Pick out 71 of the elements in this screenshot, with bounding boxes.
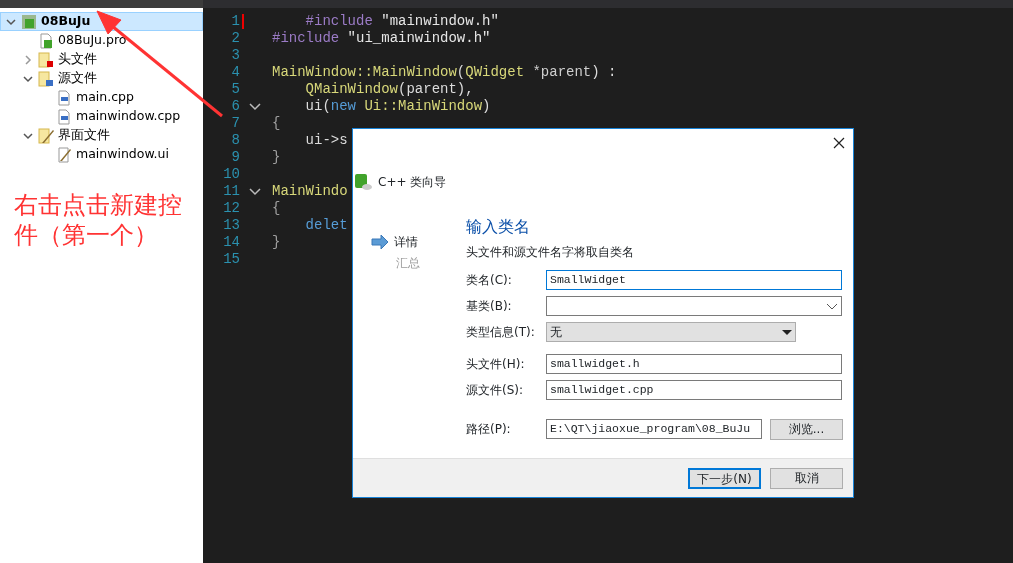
text-field[interactable]: smallwidget.cpp bbox=[546, 380, 842, 400]
tree-item[interactable]: main.cpp bbox=[0, 88, 203, 107]
field-label: 类型信息(T): bbox=[466, 324, 536, 341]
page-heading: 输入类名 bbox=[466, 216, 531, 238]
line-number: 14 bbox=[222, 233, 240, 252]
fold-icon[interactable] bbox=[248, 101, 262, 112]
line-number: 2 bbox=[230, 29, 240, 48]
line-number: 9 bbox=[230, 148, 240, 167]
line-number: 6 bbox=[230, 97, 240, 116]
dropdown-arrow-icon bbox=[782, 329, 792, 335]
dropdown-field[interactable]: 无 bbox=[546, 322, 796, 342]
code-line: } bbox=[272, 233, 281, 252]
tree-item[interactable]: mainwindow.cpp bbox=[0, 107, 203, 126]
path-field[interactable]: E:\QT\jiaoxue_program\08_BuJu bbox=[546, 419, 762, 439]
code-line: { bbox=[272, 114, 281, 133]
tree-item[interactable]: 源文件 bbox=[0, 69, 203, 88]
dialog-button[interactable]: 取消 bbox=[770, 467, 843, 489]
line-number: 3 bbox=[230, 46, 240, 65]
line-number: 10 bbox=[222, 165, 240, 184]
line-number: 15 bbox=[222, 250, 240, 269]
tree-item[interactable]: 头文件 bbox=[0, 50, 203, 69]
cpp-file-icon bbox=[56, 89, 72, 106]
fold-icon[interactable] bbox=[248, 186, 262, 197]
line-number: 12 bbox=[222, 199, 240, 218]
qt-file-icon bbox=[38, 32, 54, 49]
line-number: 1 bbox=[230, 12, 240, 31]
chevron-down-icon bbox=[826, 302, 838, 310]
expand-chevron-icon bbox=[22, 53, 34, 66]
header-folder-icon bbox=[38, 51, 54, 68]
combo-field[interactable] bbox=[546, 296, 842, 316]
cpp-file-icon bbox=[56, 108, 72, 125]
dialog-title: C++ 类向导 bbox=[378, 174, 447, 191]
line-number: 7 bbox=[230, 114, 240, 133]
line-number: 11 bbox=[222, 182, 240, 201]
qt-logo-icon bbox=[355, 174, 372, 190]
field-label: 基类(B): bbox=[466, 298, 513, 315]
form-folder-icon bbox=[38, 127, 54, 144]
page-description: 头文件和源文件名字将取自类名 bbox=[466, 244, 635, 261]
tree-item[interactable]: 08BuJu bbox=[0, 12, 203, 31]
tree-item[interactable]: mainwindow.ui bbox=[0, 145, 203, 164]
wizard-step: 汇总 bbox=[396, 253, 420, 272]
dialog-button[interactable]: 下一步(N) bbox=[688, 467, 761, 489]
code-line: MainWindo bbox=[272, 182, 348, 201]
field-label: 源文件(S): bbox=[466, 382, 525, 399]
annotation-text: 右击点击新建控件（第一个） bbox=[14, 190, 183, 250]
code-line: QMainWindow(parent), bbox=[304, 80, 474, 99]
line-number: 8 bbox=[230, 131, 240, 150]
line-number: 5 bbox=[230, 80, 240, 99]
code-line: MainWindow::MainWindow(QWidget *parent) : bbox=[272, 63, 617, 82]
line-number: 4 bbox=[230, 63, 240, 82]
code-line: #include "ui_mainwindow.h" bbox=[272, 29, 491, 48]
field-label: 头文件(H): bbox=[466, 356, 526, 373]
field-label: 类名(C): bbox=[466, 272, 513, 289]
close-icon[interactable] bbox=[833, 137, 845, 149]
text-field[interactable]: SmallWidget bbox=[546, 270, 842, 290]
code-line: { bbox=[272, 199, 281, 218]
tree-item[interactable]: 界面文件 bbox=[0, 126, 203, 145]
code-line: ui->s bbox=[304, 131, 348, 150]
qt-project-icon bbox=[21, 13, 37, 30]
code-line: delet bbox=[304, 216, 348, 235]
field-label: 路径(P): bbox=[466, 421, 512, 438]
wizard-step: 详情 bbox=[394, 232, 418, 251]
source-folder-icon bbox=[38, 70, 54, 87]
tree-item[interactable]: 08BuJu.pro bbox=[0, 31, 203, 50]
line-number: 13 bbox=[222, 216, 240, 235]
browse-button[interactable]: 浏览... bbox=[770, 418, 843, 440]
code-line: #include "mainwindow.h" bbox=[304, 12, 499, 31]
text-field[interactable]: smallwidget.h bbox=[546, 354, 842, 374]
code-line: ui(new Ui::MainWindow) bbox=[304, 97, 491, 116]
form-file-icon bbox=[56, 146, 72, 163]
code-line: } bbox=[272, 148, 281, 167]
